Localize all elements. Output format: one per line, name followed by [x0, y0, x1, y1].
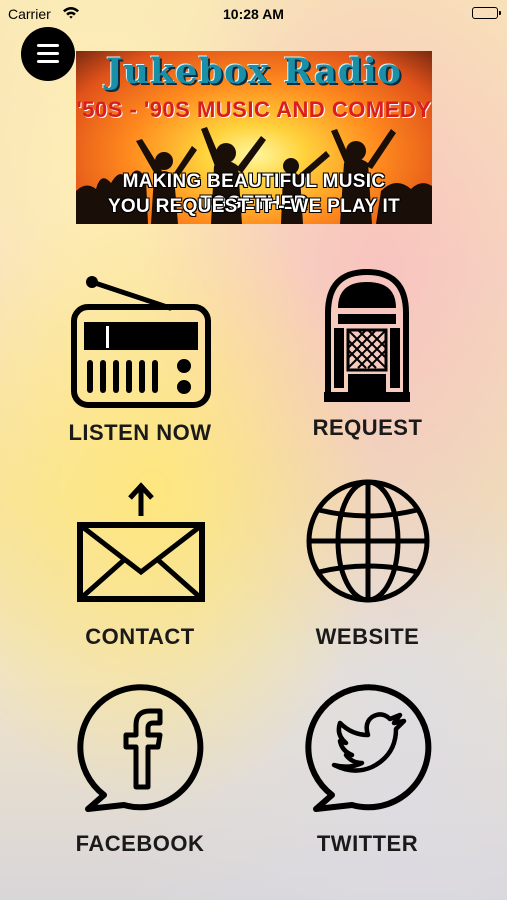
twitter-label: TWITTER [316, 831, 419, 856]
contact-button[interactable]: CONTACT [50, 480, 230, 655]
listen-now-button[interactable]: LISTEN NOW [50, 265, 230, 450]
website-button[interactable]: WEBSITE [280, 478, 455, 655]
listen-now-label: LISTEN NOW [68, 420, 212, 445]
facebook-button[interactable]: FACEBOOK [50, 683, 230, 863]
banner-tagline-2: YOU REQUEST IT - WE PLAY IT [107, 196, 401, 217]
facebook-icon [77, 684, 204, 812]
request-button[interactable]: REQUEST [280, 265, 455, 445]
radio-icon [71, 276, 211, 408]
status-bar: Carrier 10:28 AM [0, 0, 507, 28]
menu-button[interactable] [21, 27, 75, 81]
banner-subtitle: '50S - '90S MUSIC AND COMEDY [76, 97, 432, 122]
twitter-icon [305, 684, 432, 812]
clock: 10:28 AM [223, 6, 284, 22]
request-label: REQUEST [312, 415, 423, 440]
facebook-label: FACEBOOK [75, 831, 205, 856]
menu-icon [37, 44, 59, 47]
contact-label: CONTACT [85, 624, 195, 649]
twitter-button[interactable]: TWITTER [280, 683, 455, 863]
banner-title: Jukebox Radio [105, 51, 403, 92]
battery-icon [472, 7, 501, 19]
globe-icon [306, 479, 430, 603]
envelope-upload-icon [77, 482, 205, 602]
jukebox-radio-banner: Jukebox Radio '50S - '90S MUSIC AND COME… [76, 51, 432, 224]
website-label: WEBSITE [315, 624, 420, 649]
jukebox-icon [324, 268, 410, 402]
